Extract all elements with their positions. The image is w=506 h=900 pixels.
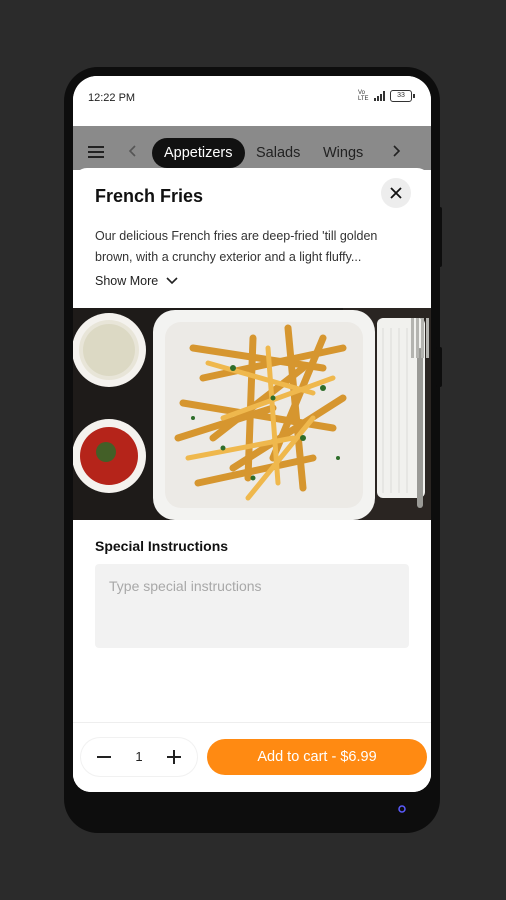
special-instructions-input[interactable] <box>95 564 409 648</box>
close-button[interactable] <box>381 178 411 208</box>
cart-bar: 1 Add to cart - $6.99 <box>73 722 431 792</box>
close-icon <box>390 187 402 199</box>
status-time: 12:22 PM <box>88 92 136 104</box>
battery-icon: 33 <box>390 90 415 102</box>
status-bar: 12:22 PM Vo LTE 33 <box>73 76 431 126</box>
category-nav: Appetizers Salads Wings <box>73 126 431 170</box>
item-photo <box>73 308 431 520</box>
show-more-link[interactable]: Show More <box>95 274 178 288</box>
status-icons: Vo LTE 33 <box>358 90 415 102</box>
tab-salads[interactable]: Salads <box>256 138 300 168</box>
item-detail-sheet: French Fries Our delicious French fries … <box>73 168 431 792</box>
signal-icon <box>374 91 385 101</box>
tab-wings[interactable]: Wings <box>323 138 363 168</box>
increase-button[interactable] <box>159 742 189 772</box>
tab-appetizers[interactable]: Appetizers <box>152 138 245 168</box>
battery-level: 33 <box>390 90 412 102</box>
special-instructions-label: Special Instructions <box>95 538 229 554</box>
plus-icon <box>167 750 181 764</box>
phone-frame: 12:22 PM Vo LTE 33 Appetizers Salads Win… <box>64 67 442 833</box>
assistant-dot-icon <box>398 805 406 813</box>
screen: 12:22 PM Vo LTE 33 Appetizers Salads Win… <box>73 76 431 792</box>
volume-button <box>436 207 442 267</box>
chevron-right-icon[interactable] <box>391 144 401 163</box>
quantity-stepper: 1 <box>81 738 197 776</box>
power-button <box>436 347 442 387</box>
chevron-left-icon[interactable] <box>128 144 138 163</box>
show-more-label: Show More <box>95 274 159 288</box>
add-to-cart-button[interactable]: Add to cart - $6.99 <box>207 739 427 775</box>
hamburger-menu-icon[interactable] <box>88 146 104 158</box>
item-title: French Fries <box>95 186 204 206</box>
network-label: Vo LTE <box>358 90 369 102</box>
chevron-down-icon <box>166 277 178 285</box>
item-description: Our delicious French fries are deep-frie… <box>95 229 378 264</box>
